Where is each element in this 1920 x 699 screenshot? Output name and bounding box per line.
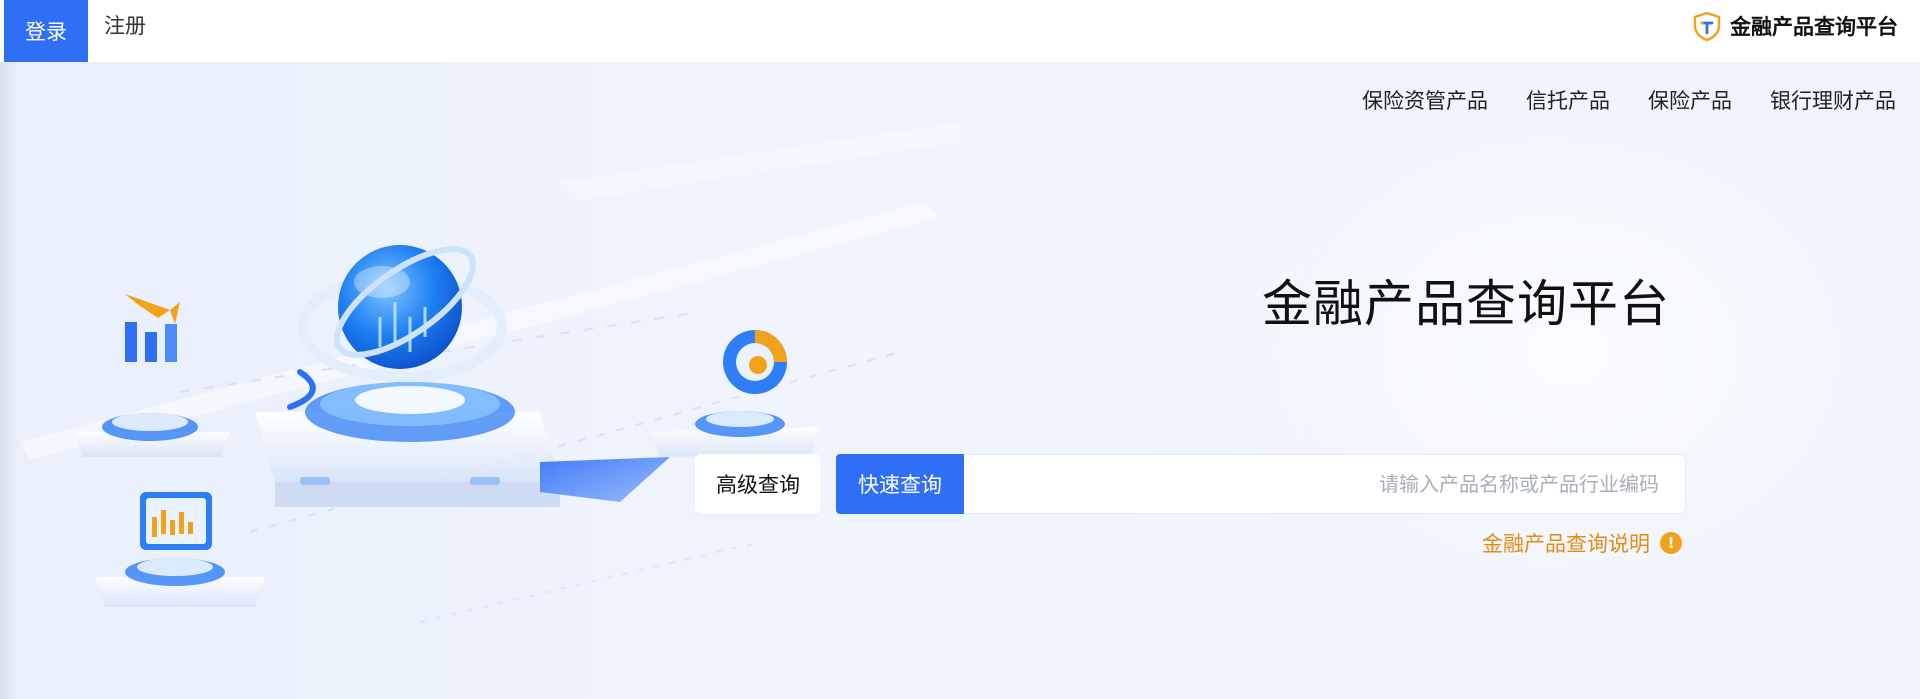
quick-search-button[interactable]: 快速查询 [836,454,964,514]
donut-chart-pedestal [650,330,820,457]
brand[interactable]: 金融产品查询平台 [1692,10,1898,42]
nav-trust[interactable]: 信托产品 [1526,85,1610,115]
info-icon: ! [1660,532,1682,554]
central-platform [255,382,670,507]
advanced-search-button[interactable]: 高级查询 [695,454,821,514]
search-bar: 快速查询 [836,454,1686,514]
nav-insurance[interactable]: 保险产品 [1648,85,1732,115]
register-link[interactable]: 注册 [104,0,146,50]
query-instructions-label: 金融产品查询说明 [1482,532,1650,556]
top-bar: 登录 注册 金融产品查询平台 [0,0,1920,62]
candlestick-panel-pedestal [95,492,265,607]
page-title: 金融产品查询平台 [1262,275,1670,333]
shield-logo-icon [1693,11,1721,41]
category-nav: 银行理财产品 保险产品 信托产品 保险资管产品 [1362,82,1896,118]
search-input[interactable] [964,454,1686,514]
hero-illustration [20,122,960,623]
bar-chart-pedestal [75,294,230,457]
login-button[interactable]: 登录 [4,0,88,62]
hero-glow [1120,62,1920,699]
nav-bank-wealth[interactable]: 银行理财产品 [1770,85,1896,115]
query-instructions-link[interactable]: ! 金融产品查询说明 [1482,528,1682,558]
brand-name: 金融产品查询平台 [1730,15,1898,39]
nav-insurance-asset-mgmt[interactable]: 保险资管产品 [1362,85,1488,115]
